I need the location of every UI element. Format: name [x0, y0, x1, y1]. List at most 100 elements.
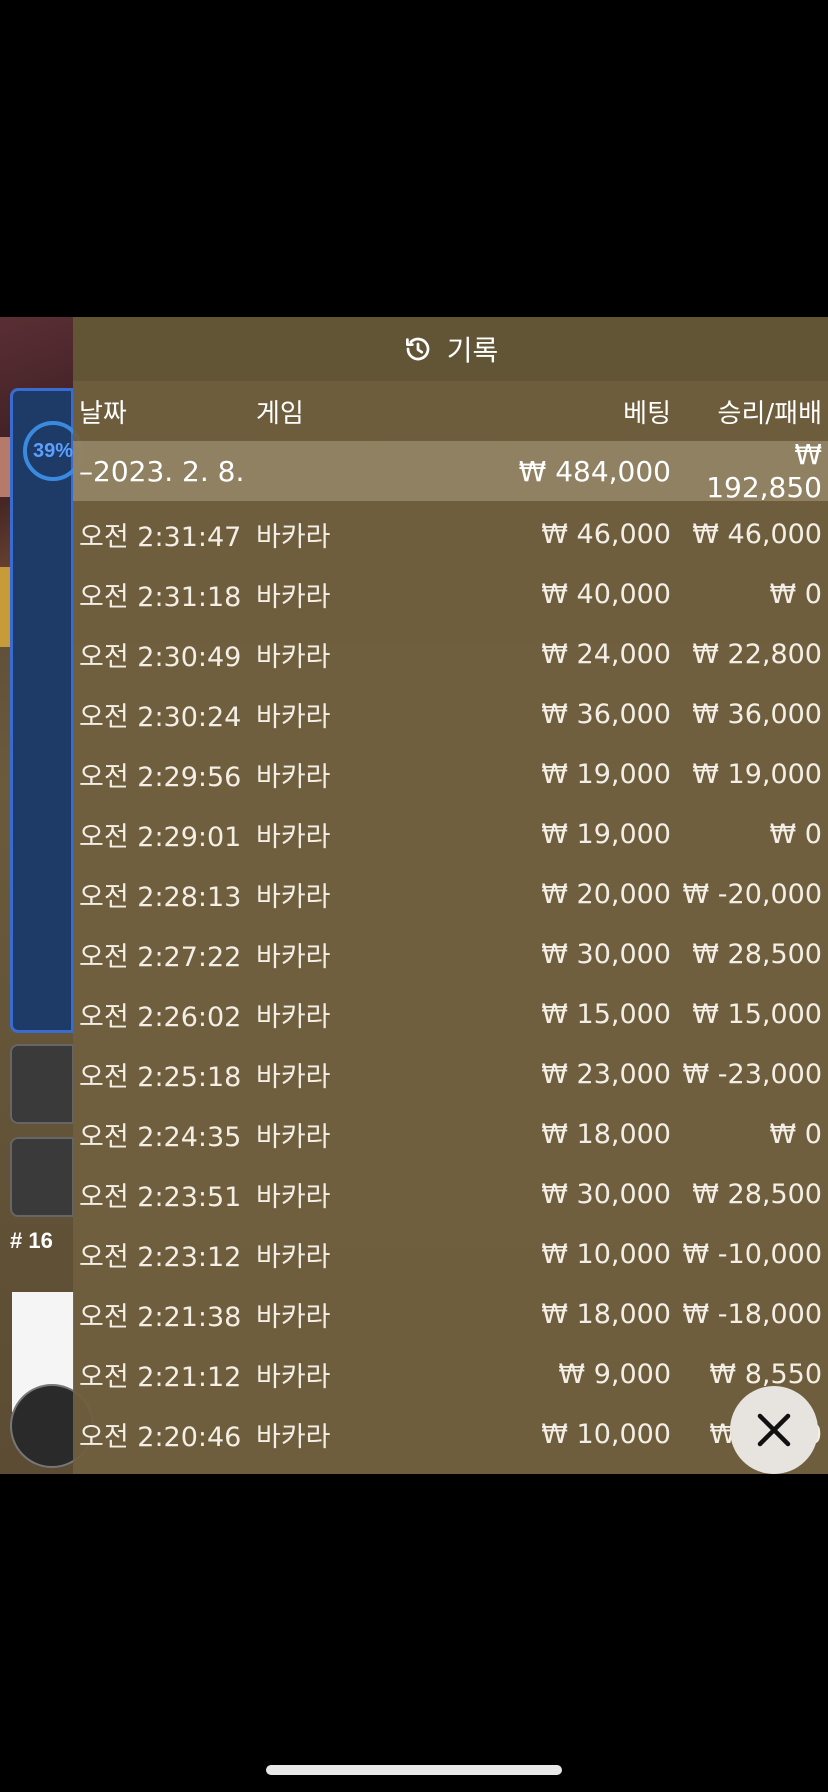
row-game: 바카라 [256, 941, 331, 973]
history-row[interactable]: 오전 2:23:51 바카라 ₩ 30,000 ₩ 28,500 [73, 1164, 828, 1224]
history-row[interactable]: 오전 2:29:01 바카라 ₩ 19,000 ₩ 0 [73, 804, 828, 864]
row-game: 바카라 [256, 881, 331, 913]
row-game: 바카라 [256, 1001, 331, 1033]
history-row[interactable]: 오전 2:26:02 바카라 ₩ 15,000 ₩ 15,000 [73, 984, 828, 1044]
row-bet: ₩ 19,000 [541, 818, 671, 850]
row-bet: ₩ 9,000 [558, 1358, 671, 1390]
row-win-loss: ₩ 22,800 [692, 638, 822, 670]
row-bet: ₩ 23,000 [541, 1058, 671, 1090]
row-game: 바카라 [256, 521, 331, 553]
row-bet: ₩ 20,000 [541, 878, 671, 910]
history-row[interactable]: 오전 2:30:24 바카라 ₩ 36,000 ₩ 36,000 [73, 684, 828, 744]
row-time: 오전 2:20:46 [79, 1421, 242, 1453]
row-win-loss: ₩ 15,000 [692, 998, 822, 1030]
history-title: 기록 [446, 334, 499, 367]
round-number: # 16 [10, 1228, 53, 1253]
history-row[interactable]: 오전 2:21:38 바카라 ₩ 18,000 ₩ -18,000 [73, 1284, 828, 1344]
row-time: 오전 2:21:38 [79, 1301, 242, 1333]
row-time: 오전 2:26:02 [79, 1001, 242, 1033]
history-row[interactable]: 오전 2:24:35 바카라 ₩ 18,000 ₩ 0 [73, 1104, 828, 1164]
row-time: 오전 2:25:18 [79, 1061, 242, 1093]
row-game: 바카라 [256, 821, 331, 853]
row-game: 바카라 [256, 641, 331, 673]
row-game: 바카라 [256, 1121, 331, 1153]
summary-win-loss: ₩ 192,850 [706, 438, 822, 504]
home-indicator[interactable] [266, 1765, 562, 1775]
row-win-loss: ₩ 0 [769, 818, 822, 850]
history-row[interactable]: 오전 2:21:12 바카라 ₩ 9,000 ₩ 8,550 [73, 1344, 828, 1404]
row-win-loss: ₩ 46,000 [692, 518, 822, 550]
row-bet: ₩ 30,000 [541, 938, 671, 970]
row-bet: ₩ 30,000 [541, 1178, 671, 1210]
row-bet: ₩ 10,000 [541, 1418, 671, 1450]
history-row[interactable]: 오전 2:23:12 바카라 ₩ 10,000 ₩ -10,000 [73, 1224, 828, 1284]
row-time: 오전 2:29:56 [79, 761, 242, 793]
row-time: 오전 2:31:47 [79, 521, 242, 553]
row-game: 바카라 [256, 581, 331, 613]
row-bet: ₩ 24,000 [541, 638, 671, 670]
row-bet: ₩ 19,000 [541, 758, 671, 790]
history-row[interactable]: 오전 2:27:22 바카라 ₩ 30,000 ₩ 28,500 [73, 924, 828, 984]
close-button[interactable] [730, 1386, 818, 1474]
history-icon [405, 337, 430, 361]
row-time: 오전 2:21:12 [79, 1361, 242, 1393]
row-game: 바카라 [256, 1361, 331, 1393]
row-game: 바카라 [256, 1301, 331, 1333]
row-game: 바카라 [256, 1181, 331, 1213]
row-time: 오전 2:23:12 [79, 1241, 242, 1273]
row-win-loss: ₩ -18,000 [682, 1298, 823, 1330]
background-button-1 [10, 1044, 74, 1124]
row-win-loss: ₩ 28,500 [692, 938, 822, 970]
column-date: 날짜 [79, 398, 127, 429]
history-row[interactable]: 오전 2:29:56 바카라 ₩ 19,000 ₩ 19,000 [73, 744, 828, 804]
row-win-loss: ₩ 0 [769, 578, 822, 610]
row-bet: ₩ 40,000 [541, 578, 671, 610]
column-bet: 베팅 [623, 398, 671, 429]
column-game: 게임 [256, 398, 304, 429]
row-game: 바카라 [256, 1061, 331, 1093]
row-game: 바카라 [256, 1241, 331, 1273]
row-bet: ₩ 15,000 [541, 998, 671, 1030]
row-time: 오전 2:28:13 [79, 881, 242, 913]
row-win-loss: ₩ 8,550 [709, 1358, 822, 1390]
row-win-loss: ₩ -20,000 [682, 878, 823, 910]
row-bet: ₩ 18,000 [541, 1298, 671, 1330]
summary-date: –2023. 2. 8. [79, 454, 245, 488]
row-time: 오전 2:24:35 [79, 1121, 242, 1153]
row-bet: ₩ 46,000 [541, 518, 671, 550]
history-row[interactable]: 오전 2:20:46바카라₩ 10,000₩ 9,500 [73, 1404, 828, 1464]
history-row[interactable]: 오전 2:31:47 바카라 ₩ 46,000 ₩ 46,000 [73, 504, 828, 564]
row-time: 오전 2:27:22 [79, 941, 242, 973]
history-row[interactable]: 오전 2:30:49 바카라 ₩ 24,000 ₩ 22,800 [73, 624, 828, 684]
history-list: 오전 2:31:47 바카라 ₩ 46,000 ₩ 46,000 오전 2:31:18… [73, 504, 828, 1464]
history-row[interactable]: 오전 2:25:18 바카라 ₩ 23,000 ₩ -23,000 [73, 1044, 828, 1104]
row-time: 오전 2:30:24 [79, 701, 242, 733]
row-win-loss: ₩ -10,000 [682, 1238, 823, 1270]
row-win-loss: ₩ 36,000 [692, 698, 822, 730]
row-time: 오전 2:29:01 [79, 821, 242, 853]
history-row[interactable]: 오전 2:31:18 바카라 ₩ 40,000 ₩ 0 [73, 564, 828, 624]
summary-bet: ₩ 484,000 [518, 454, 671, 488]
row-win-loss: ₩ 0 [769, 1118, 822, 1150]
close-icon [757, 1413, 791, 1447]
row-game: 바카라 [256, 1421, 331, 1453]
row-bet: ₩ 36,000 [541, 698, 671, 730]
row-bet: ₩ 18,000 [541, 1118, 671, 1150]
row-win-loss: ₩ 28,500 [692, 1178, 822, 1210]
date-summary-row[interactable]: –2023. 2. 8. ₩ 484,000 ₩ 192,850 [73, 438, 828, 504]
row-game: 바카라 [256, 761, 331, 793]
stats-panel: 39% [10, 388, 83, 1033]
column-header: 날짜 게임 베팅 승리/패배 [73, 381, 828, 441]
row-time: 오전 2:30:49 [79, 641, 242, 673]
history-header: 기록 [73, 317, 828, 381]
history-row[interactable]: 오전 2:28:13 바카라 ₩ 20,000 ₩ -20,000 [73, 864, 828, 924]
row-game: 바카라 [256, 701, 331, 733]
row-time: 오전 2:31:18 [79, 581, 242, 613]
row-bet: ₩ 10,000 [541, 1238, 671, 1270]
row-time: 오전 2:23:51 [79, 1181, 242, 1213]
row-win-loss: ₩ 19,000 [692, 758, 822, 790]
row-win-loss: ₩ -23,000 [682, 1058, 823, 1090]
column-win-loss: 승리/패배 [717, 398, 822, 429]
history-panel: 기록 날짜 게임 베팅 승리/패배 –2023. 2. 8. ₩ 484,000… [73, 317, 828, 1474]
background-button-2 [10, 1137, 74, 1217]
